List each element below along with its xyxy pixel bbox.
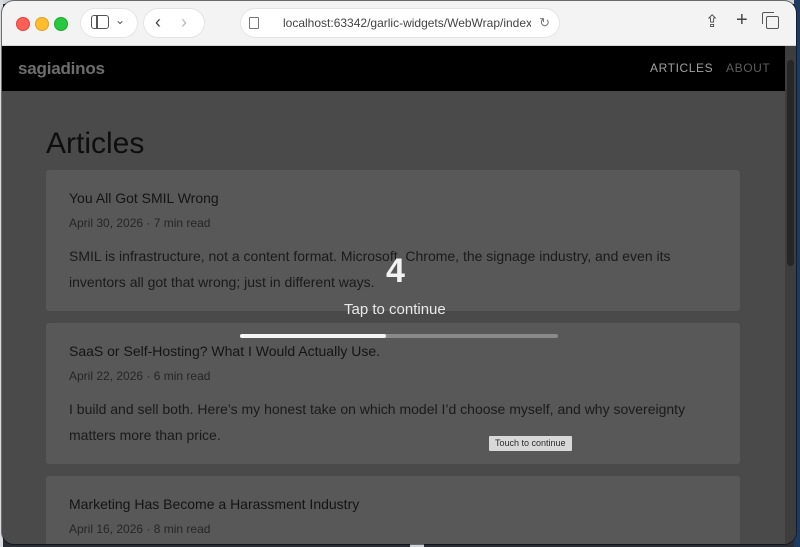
reload-icon[interactable]: ↻ (539, 15, 550, 31)
countdown-progress-fill (240, 334, 387, 338)
page-icon (249, 17, 259, 29)
address-bar[interactable]: localhost:63342/garlic-widgets/WebWrap/i… (241, 9, 559, 37)
article-title[interactable]: You All Got SMIL Wrong (69, 190, 219, 206)
article-card[interactable]: Marketing Has Become a Harassment Indust… (46, 476, 740, 544)
site-brand[interactable]: sagiadinos (18, 59, 105, 79)
tab-overview-icon[interactable] (762, 12, 779, 29)
article-meta: April 22, 2026 · 6 min read (69, 369, 211, 383)
countdown-progress-bar (240, 334, 558, 338)
article-meta: April 30, 2026 · 7 min read (69, 216, 211, 230)
page-title: Articles (46, 127, 145, 160)
browser-toolbar: ⌄ ‹ › localhost:63342/garlic-widgets/Web… (2, 1, 796, 46)
back-icon[interactable]: ‹ (155, 13, 161, 31)
article-title[interactable]: SaaS or Self-Hosting? What I Would Actua… (69, 343, 380, 359)
history-nav: ‹ › (144, 9, 204, 37)
browser-window: ⌄ ‹ › localhost:63342/garlic-widgets/Web… (2, 1, 796, 544)
sidebar-toggle-button[interactable]: ⌄ (81, 9, 137, 37)
close-window-button[interactable] (16, 17, 30, 31)
chevron-down-icon[interactable]: ⌄ (115, 14, 125, 26)
forward-icon[interactable]: › (181, 13, 187, 31)
scrollbar-thumb[interactable] (787, 60, 794, 266)
zoom-window-button[interactable] (54, 17, 68, 31)
article-card[interactable]: SaaS or Self-Hosting? What I Would Actua… (46, 323, 740, 464)
countdown-number: 4 (386, 252, 405, 290)
site-header: sagiadinos ARTICLES ABOUT (2, 46, 796, 91)
nav-about-link[interactable]: ABOUT (726, 61, 770, 75)
new-tab-icon[interactable]: + (736, 10, 748, 30)
article-meta: April 16, 2026 · 8 min read (69, 522, 211, 536)
sidebar-icon (91, 15, 109, 29)
article-excerpt: I build and sell both. Here’s my honest … (69, 401, 686, 443)
web-content: sagiadinos ARTICLES ABOUT Articles You A… (2, 46, 796, 544)
nav-articles-link[interactable]: ARTICLES (650, 61, 713, 75)
minimize-window-button[interactable] (35, 17, 49, 31)
tap-to-continue-label[interactable]: Tap to continue (344, 301, 446, 318)
share-icon[interactable]: ⇪ (705, 13, 719, 30)
touch-to-continue-button[interactable]: Touch to continue (489, 436, 572, 451)
url-text[interactable]: localhost:63342/garlic-widgets/WebWrap/i… (283, 16, 531, 32)
article-title[interactable]: Marketing Has Become a Harassment Indust… (69, 496, 359, 512)
